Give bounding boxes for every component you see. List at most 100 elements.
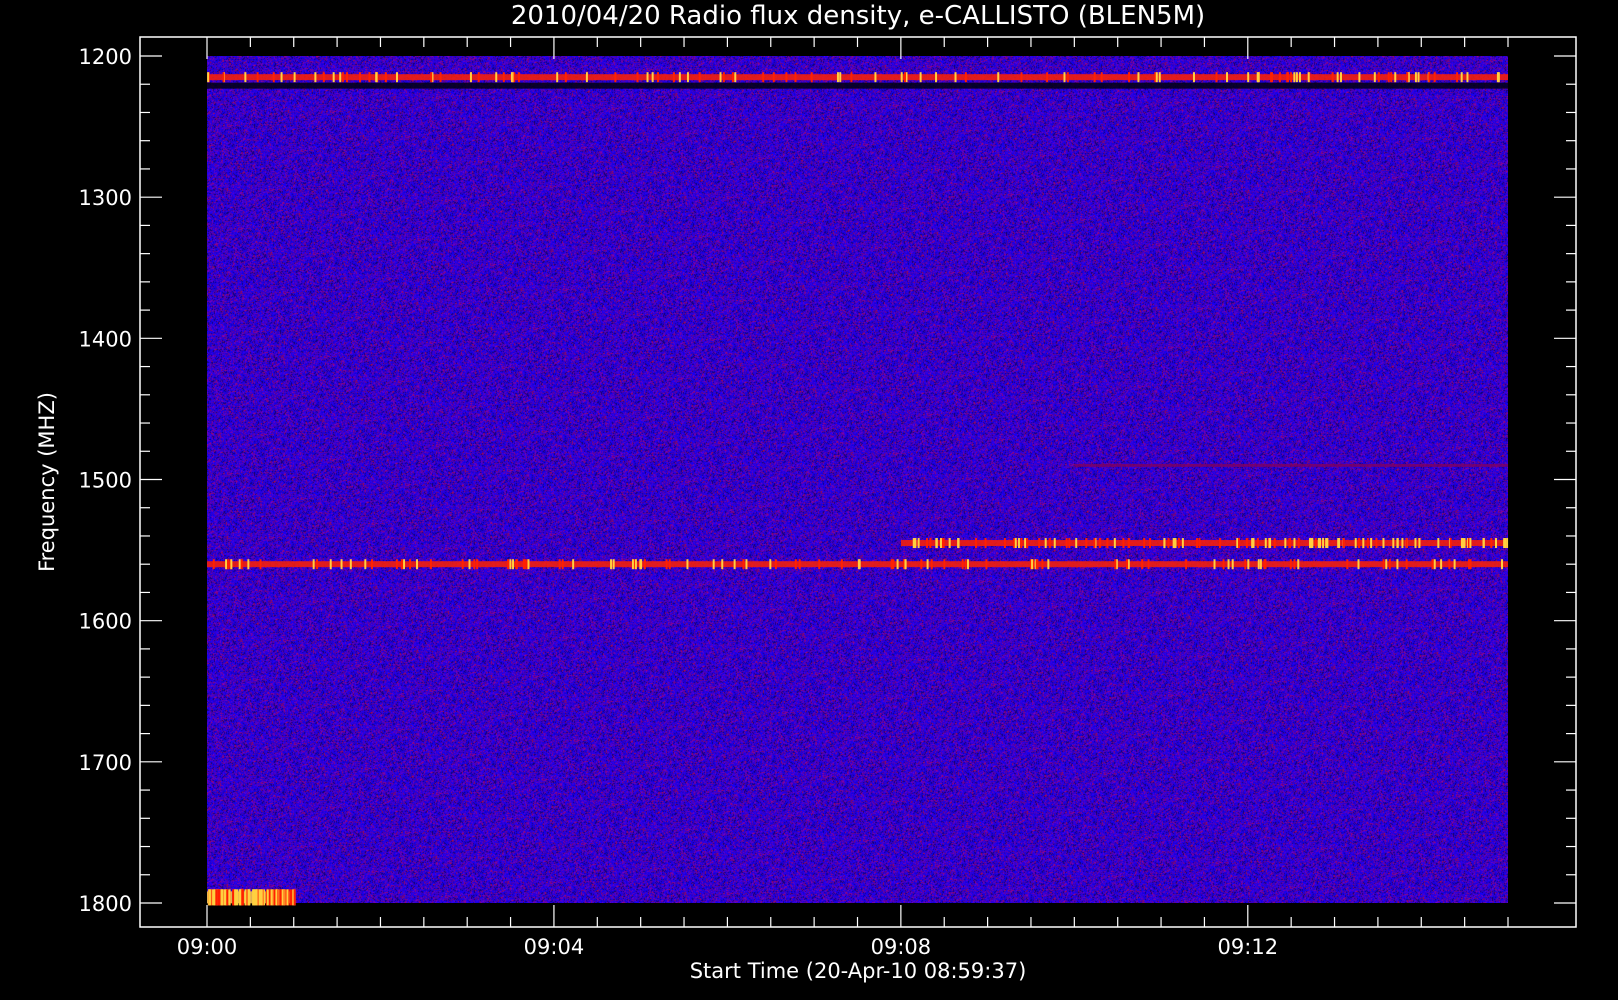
y-tick-label: 1500: [79, 469, 132, 493]
feature-speckle: [1024, 538, 1027, 549]
feature-speckle: [1377, 72, 1380, 83]
feature-speckle: [1247, 72, 1250, 83]
heatmap-image: [207, 56, 1508, 903]
feature-speckle: [293, 889, 296, 906]
feature-speckle: [997, 72, 1000, 83]
x-tick-label: 09:12: [1218, 935, 1279, 959]
feature-speckle: [244, 72, 247, 83]
feature-speckle: [247, 559, 250, 570]
feature-speckle: [640, 559, 643, 570]
feature-speckle: [395, 559, 398, 570]
feature-speckle: [512, 559, 515, 570]
feature-speckle: [1127, 559, 1130, 570]
feature-speckle: [1293, 559, 1296, 570]
feature-speckle: [610, 559, 613, 570]
feature-speckle: [247, 889, 250, 906]
feature-speckle: [1147, 559, 1150, 570]
x-axis-label: Start Time (20-Apr-10 08:59:37): [690, 959, 1027, 983]
feature-speckle: [286, 889, 289, 906]
feature-speckle: [1401, 538, 1404, 549]
feature-speckle: [273, 889, 276, 906]
feature-speckle: [1263, 559, 1266, 570]
feature-speckle: [836, 72, 839, 83]
spectrogram-chart: 2010/04/20 Radio flux density, e-CALLIST…: [0, 0, 1618, 1000]
feature-speckle: [1268, 538, 1271, 549]
feature-speckle: [1226, 72, 1229, 83]
feature-speckle: [1448, 559, 1451, 570]
feature-speckle: [1319, 538, 1322, 549]
feature-speckle: [1093, 538, 1096, 549]
feature-speckle: [1256, 538, 1259, 549]
feature-speckle: [1128, 538, 1131, 549]
feature-speckle: [244, 889, 247, 906]
feature-speckle: [1198, 538, 1201, 549]
feature-speckle: [208, 889, 211, 906]
feature-speckle: [1278, 72, 1281, 83]
feature-speckle: [469, 72, 472, 83]
feature-speckle: [1251, 538, 1254, 549]
feature-speckle: [1396, 559, 1399, 570]
feature-speckle: [477, 72, 480, 83]
feature-speckle: [1370, 538, 1373, 549]
feature-speckle: [919, 72, 922, 83]
feature-speckle: [1286, 72, 1289, 83]
feature-speckle: [734, 72, 737, 83]
y-tick-label: 1400: [79, 327, 132, 351]
x-tick-label: 09:00: [177, 935, 238, 959]
feature-speckle: [665, 559, 668, 570]
feature-speckle: [517, 72, 520, 83]
feature-speckle: [929, 538, 932, 549]
feature-speckle: [1273, 538, 1276, 549]
feature-speckle: [1085, 538, 1088, 549]
feature-speckle: [1394, 72, 1397, 83]
feature-speckle: [1172, 538, 1175, 549]
feature-speckle: [643, 559, 646, 570]
feature-speckle: [509, 559, 512, 570]
feature-speckle: [948, 538, 951, 549]
feature-speckle: [395, 72, 398, 83]
feature-speckle: [332, 72, 335, 83]
feature-band: [207, 82, 1508, 89]
feature-speckle: [1141, 559, 1144, 570]
feature-speckle: [1469, 559, 1472, 570]
feature-speckle: [375, 72, 378, 83]
feature-speckle: [1114, 559, 1117, 570]
feature-speckle: [329, 559, 332, 570]
feature-speckle: [429, 559, 432, 570]
feature-speckle: [280, 72, 283, 83]
feature-speckle: [634, 559, 637, 570]
feature-speckle: [678, 72, 681, 83]
feature-speckle: [234, 889, 237, 906]
feature-speckle: [227, 559, 230, 570]
feature-speckle: [651, 72, 654, 83]
feature-speckle: [561, 559, 564, 570]
feature-speckle: [1506, 538, 1509, 549]
feature-speckle: [1388, 559, 1391, 570]
feature-speckle: [1231, 559, 1234, 570]
feature-speckle: [1100, 72, 1103, 83]
feature-speckle: [1392, 538, 1395, 549]
feature-speckle: [1106, 538, 1109, 549]
feature-speckle: [1053, 538, 1056, 549]
feature-speckle: [1406, 72, 1409, 83]
feature-speckle: [238, 559, 241, 570]
feature-speckle: [1310, 538, 1313, 549]
feature-speckle: [1065, 538, 1068, 549]
feature-speckle: [1148, 538, 1151, 549]
feature-speckle: [1338, 538, 1341, 549]
y-tick-label: 1600: [79, 610, 132, 634]
feature-speckle: [672, 72, 675, 83]
feature-speckle: [917, 538, 920, 549]
feature-speckle: [1414, 72, 1417, 83]
feature-speckle: [1047, 559, 1050, 570]
feature-speckle: [1264, 538, 1267, 549]
feature-speckle: [215, 889, 218, 906]
feature-speckle: [686, 72, 689, 83]
feature-speckle: [903, 72, 906, 83]
feature-speckle: [368, 72, 371, 83]
feature-speckle: [631, 559, 634, 570]
feature-speckle: [1428, 72, 1431, 83]
feature-speckle: [1417, 72, 1420, 83]
feature-speckle: [236, 889, 239, 906]
feature-speckle: [558, 559, 561, 570]
